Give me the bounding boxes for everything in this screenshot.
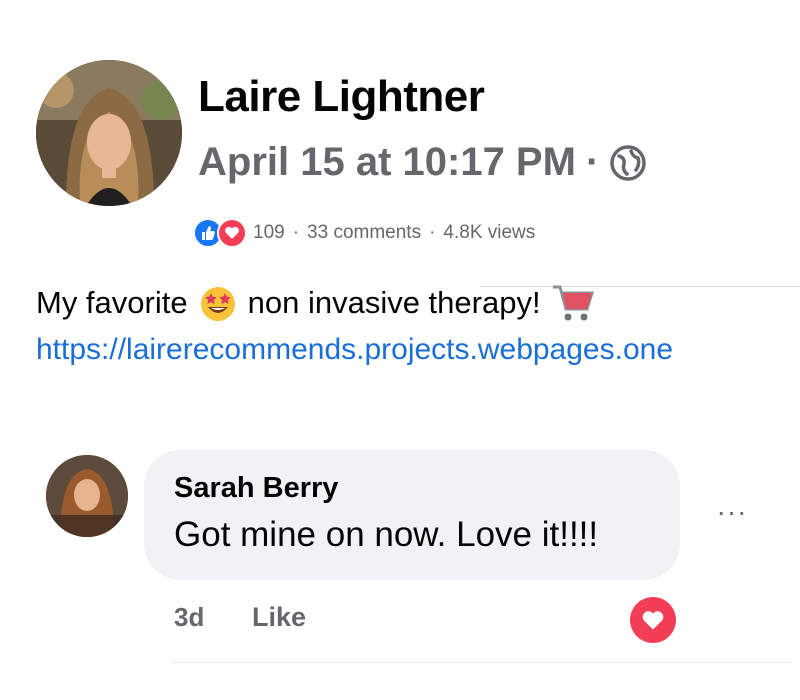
comment-time[interactable]: 3d [174,602,204,633]
post-link[interactable]: https://lairerecommends.projects.webpage… [36,333,673,367]
views-count: 4.8K views [443,222,536,243]
more-options-icon[interactable]: ··· [712,492,752,532]
reaction-count[interactable]: 109 [253,222,285,244]
shopping-cart-icon [551,283,595,323]
meta-separator: · [585,140,600,184]
post-text-start: My favorite [36,285,188,320]
like-button[interactable]: Like [252,602,306,633]
stats-separator: · [292,222,300,243]
comments-count[interactable]: 33 comments [307,222,421,244]
star-struck-emoji [198,283,238,323]
commenter-avatar[interactable] [46,455,128,537]
globe-icon[interactable] [609,144,647,182]
post-meta: April 15 at 10:17 PM · [198,140,647,185]
love-icon[interactable] [217,218,247,248]
comment-text: Got mine on now. Love it!!!! [174,515,599,554]
post-text-end: non invasive therapy! [247,285,541,320]
commenter-name[interactable]: Sarah Berry [174,472,338,505]
post-text: My favorite non invasive therapy! [36,283,595,323]
author-name[interactable]: Laire Lightner [198,72,485,122]
post-timestamp[interactable]: April 15 at 10:17 PM [198,140,576,185]
author-avatar[interactable] [36,60,182,206]
stats-separator: · [429,222,436,243]
love-icon[interactable] [630,597,676,643]
post-stats: 109 · 33 comments · 4.8K views [193,218,535,248]
divider [172,662,792,663]
